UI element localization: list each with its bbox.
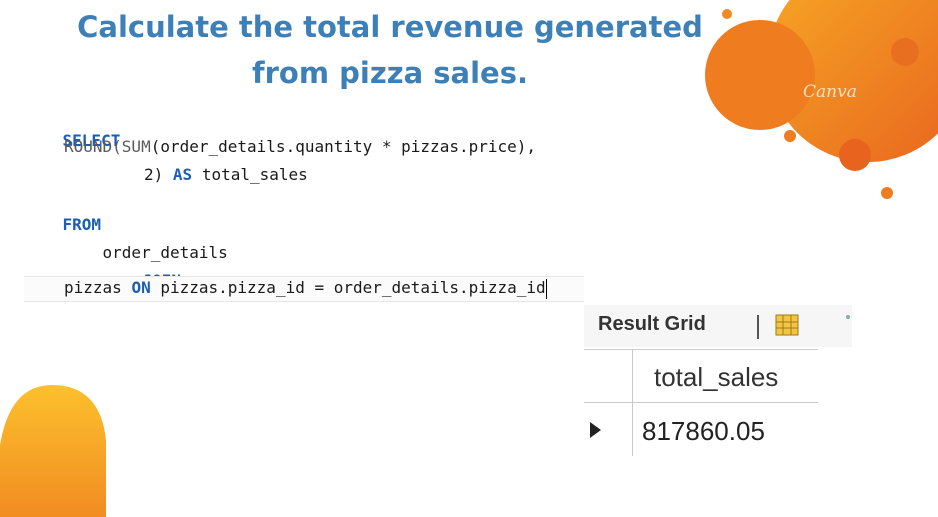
result-grid-toolbar: Result Grid: [584, 305, 852, 347]
as-keyword: AS: [172, 165, 193, 184]
row-divider: [584, 402, 818, 403]
watermark-logo: Canva: [803, 82, 857, 102]
orange-dot: [891, 38, 919, 66]
on-keyword: ON: [131, 278, 151, 297]
row-selector-arrow-icon[interactable]: [590, 422, 601, 438]
joined-table-name: pizzas: [64, 278, 122, 297]
sql-line: FROM: [24, 192, 102, 234]
orange-blob-large: [768, 0, 938, 162]
title-line-1: Calculate the total revenue generated: [77, 10, 703, 44]
join-condition: pizzas.pizza_id = order_details.pizza_id: [160, 278, 546, 297]
round-argument: 2): [144, 165, 164, 184]
result-grid-label[interactable]: Result Grid: [598, 313, 706, 336]
sum-function: SUM: [121, 137, 151, 156]
toolbar-overflow-dot: [846, 315, 850, 319]
select-expression: (order_details.quantity * pizzas.price),: [150, 137, 537, 156]
sql-line: JOIN: [104, 248, 182, 290]
orange-dot: [784, 130, 796, 142]
orange-dot: [839, 139, 871, 171]
sql-line: pizzas ON pizzas.pizza_id = order_detail…: [64, 277, 547, 299]
yellow-arch: [0, 385, 106, 517]
text-cursor: [545, 278, 547, 299]
page-title: Calculate the total revenue generated fr…: [40, 4, 740, 96]
column-alias: total_sales: [201, 165, 308, 184]
sql-line: SELECT: [24, 108, 121, 150]
grid-view-icon[interactable]: [775, 314, 799, 336]
sql-line: 2) AS total_sales: [144, 164, 308, 186]
column-header-total-sales[interactable]: total_sales: [654, 362, 778, 393]
title-line-2: from pizza sales.: [252, 56, 528, 90]
column-divider: [632, 350, 633, 456]
orange-dot: [881, 187, 893, 199]
result-table: total_sales 817860.05: [584, 349, 818, 456]
toolbar-separator: [757, 315, 759, 339]
sql-line: ROUND(SUM(order_details.quantity * pizza…: [64, 136, 536, 158]
round-function: ROUND(: [64, 137, 122, 156]
sql-line: order_details: [64, 220, 228, 262]
result-cell-total-sales[interactable]: 817860.05: [642, 416, 765, 447]
